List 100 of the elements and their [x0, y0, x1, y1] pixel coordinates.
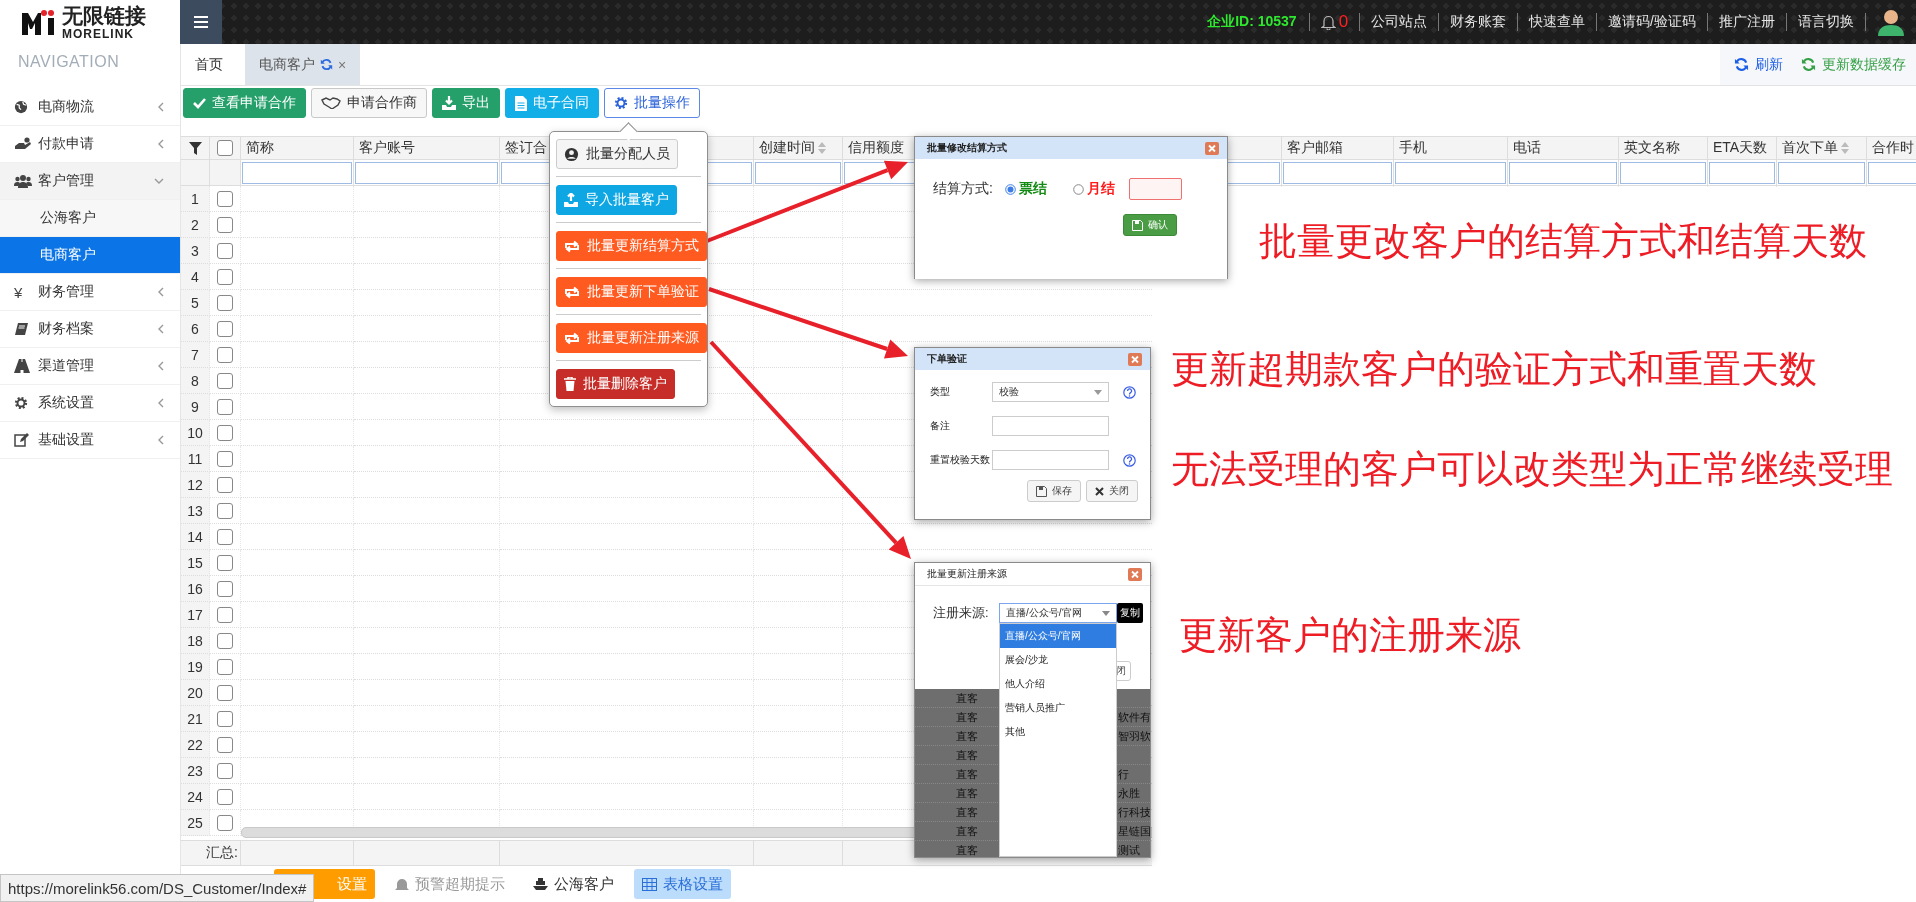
checkbox[interactable]	[217, 216, 233, 233]
select-field[interactable]: 直播/公众号/官网	[999, 603, 1117, 623]
filter-icon[interactable]	[188, 141, 202, 155]
field-label: 结算方式:	[933, 180, 994, 198]
toolbar-link[interactable]: 刷新	[1734, 55, 1783, 74]
bottom-tab[interactable]: 表格设置	[634, 869, 731, 899]
checkbox[interactable]	[217, 268, 233, 285]
hand-coin-icon	[14, 137, 32, 151]
sidebar-item[interactable]: 基础设置	[0, 422, 180, 459]
bottom-tab[interactable]: 公海客户	[525, 869, 622, 899]
toolbar-button[interactable]: 申请合作商	[311, 88, 427, 118]
text-field[interactable]	[1129, 178, 1182, 200]
checkbox[interactable]	[217, 320, 233, 337]
row-number: 21	[181, 706, 210, 732]
column-header[interactable]: 创建时间	[754, 136, 843, 160]
users-icon	[14, 174, 32, 188]
trash-icon	[564, 377, 576, 391]
close-icon[interactable]	[1128, 352, 1142, 366]
close-icon[interactable]	[1205, 141, 1219, 155]
save-icon	[1132, 219, 1143, 231]
dialog-button[interactable]: 保存	[1027, 480, 1081, 502]
help-icon[interactable]	[1123, 385, 1136, 399]
dropdown-option[interactable]: 直播/公众号/官网	[1000, 624, 1116, 648]
select-field[interactable]: 校验	[992, 382, 1109, 402]
checkbox[interactable]	[217, 398, 233, 415]
radio-label[interactable]: 月结	[1087, 180, 1115, 198]
checkbox[interactable]	[217, 528, 233, 545]
company-id: 企业ID: 10537	[1206, 13, 1298, 31]
help-icon[interactable]	[1123, 453, 1136, 467]
column-header[interactable]: 简称	[241, 136, 354, 160]
avatar-icon[interactable]	[1878, 8, 1904, 36]
caret-icon	[1102, 610, 1110, 616]
dialog-button[interactable]: 关闭	[1086, 480, 1138, 502]
top-link[interactable]: 财务账套	[1439, 13, 1518, 31]
checkbox[interactable]	[217, 710, 233, 727]
sidebar-item[interactable]: 渠道管理	[0, 348, 180, 385]
top-link[interactable]: 语言切换	[1787, 13, 1865, 31]
checkbox[interactable]	[217, 606, 233, 623]
sidebar-item[interactable]: 电商物流	[0, 89, 180, 126]
table-cell: 直客	[956, 824, 978, 839]
dropdown-option[interactable]: 其他	[1000, 720, 1116, 744]
top-link[interactable]: 公司站点	[1360, 13, 1439, 31]
tab[interactable]: 首页	[181, 44, 237, 85]
checkbox[interactable]	[217, 242, 233, 259]
row-number: 17	[181, 602, 210, 628]
column-header[interactable]: 客户账号	[354, 136, 500, 160]
row-number: 5	[181, 290, 210, 316]
top-link[interactable]: 快速查单	[1518, 13, 1597, 31]
column-header[interactable]: 手机	[1394, 136, 1508, 160]
column-header[interactable]: 英文名称	[1619, 136, 1708, 160]
checkbox[interactable]	[217, 190, 233, 207]
toolbar-button[interactable]: 批量操作	[604, 88, 700, 118]
annotation: 批量更改客户的结算方式和结算天数	[1259, 222, 1867, 260]
checkbox[interactable]	[217, 554, 233, 571]
sidebar-subitem[interactable]: 公海客户	[0, 200, 180, 237]
sidebar-item[interactable]: 财务档案	[0, 311, 180, 348]
column-header[interactable]: 合作时	[1867, 136, 1916, 160]
radio-button[interactable]	[1005, 183, 1016, 195]
refresh-icon[interactable]	[320, 58, 333, 71]
sidebar-item[interactable]: 系统设置	[0, 385, 180, 422]
checkbox[interactable]	[217, 658, 233, 675]
close-button[interactable]: ×	[338, 56, 347, 73]
checkbox[interactable]	[217, 502, 233, 519]
sidebar-item[interactable]: 客户管理	[0, 163, 180, 200]
input-field[interactable]	[992, 416, 1109, 436]
dropdown-option[interactable]: 营销人员推广	[1000, 696, 1116, 720]
checkbox[interactable]	[217, 294, 233, 311]
menu-button[interactable]: 批量分配人员	[556, 139, 678, 169]
field-label: 备注	[930, 419, 951, 433]
radio-button[interactable]	[1073, 183, 1084, 195]
checkbox[interactable]	[217, 346, 233, 363]
checkbox[interactable]	[217, 684, 233, 701]
checkbox[interactable]	[217, 424, 233, 441]
table-cell: 测试	[1118, 843, 1140, 857]
top-link[interactable]: 邀请码/验证码	[1597, 13, 1707, 31]
column-header[interactable]: 客户邮箱	[1282, 136, 1394, 160]
checkbox[interactable]	[217, 632, 233, 649]
column-header[interactable]: 首次下单	[1777, 136, 1867, 160]
close-icon[interactable]	[1128, 567, 1142, 581]
column-header[interactable]: ETA天数	[1708, 136, 1777, 160]
checkbox[interactable]	[217, 450, 233, 467]
checkbox[interactable]	[217, 736, 233, 753]
checkbox[interactable]	[217, 762, 233, 779]
checkbox[interactable]	[217, 580, 233, 597]
checkbox[interactable]	[217, 140, 233, 156]
checkbox[interactable]	[217, 814, 233, 831]
input-field[interactable]	[992, 450, 1109, 470]
checkbox[interactable]	[217, 476, 233, 493]
copy-button[interactable]: 复制	[1117, 603, 1143, 623]
bell-icon[interactable]	[1320, 14, 1336, 30]
sidebar-item[interactable]: ¥ 财务管理	[0, 274, 180, 311]
sidebar-subitem[interactable]: 电商客户	[0, 237, 180, 274]
field-label: 类型	[930, 385, 951, 399]
tab[interactable]: 电商客户 ×	[245, 44, 361, 85]
checkbox[interactable]	[217, 372, 233, 389]
column-header[interactable]: 电话	[1508, 136, 1619, 160]
radio-label[interactable]: 票结	[1019, 180, 1047, 198]
top-link[interactable]: 推广注册	[1708, 13, 1786, 31]
menu-button[interactable]: 批量删除客户	[556, 369, 675, 399]
checkbox[interactable]	[217, 788, 233, 805]
